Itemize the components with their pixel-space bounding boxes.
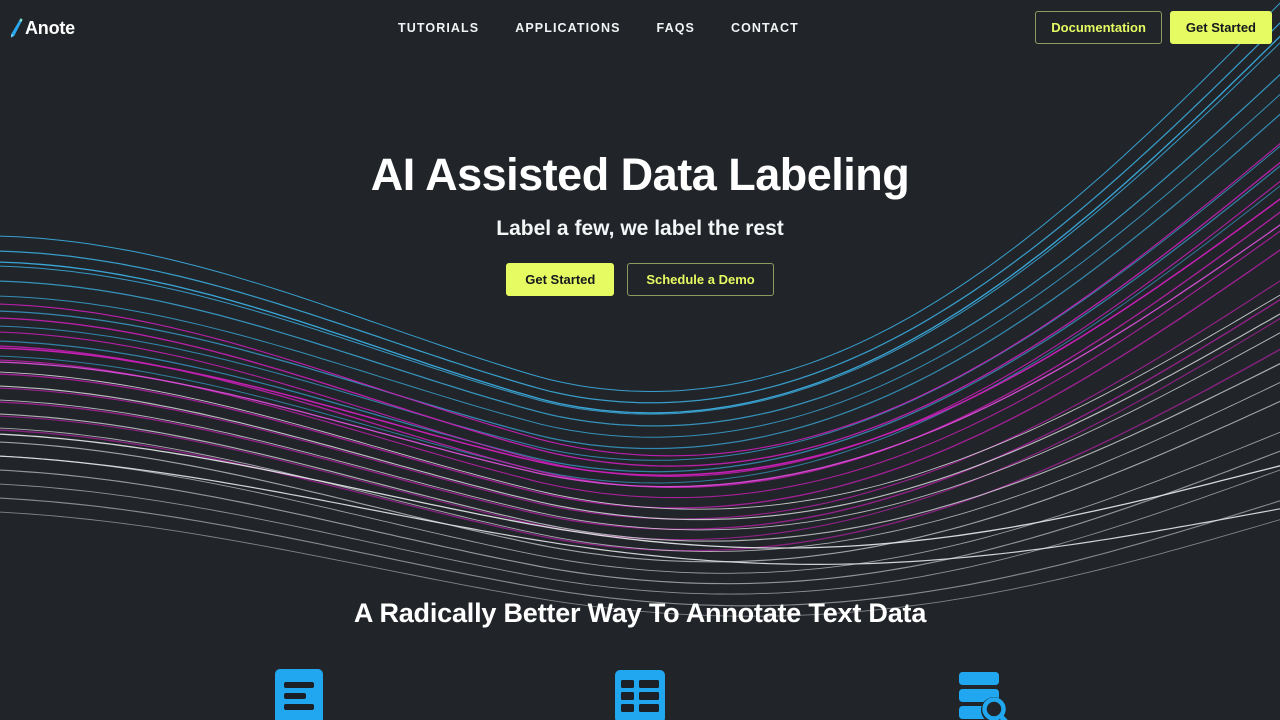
nav-links: TUTORIALS APPLICATIONS FAQS CONTACT (380, 0, 817, 56)
features-section: A Radically Better Way To Annotate Text … (0, 598, 1280, 720)
hero-title: AI Assisted Data Labeling (370, 149, 910, 200)
schedule-demo-button[interactable]: Schedule a Demo (627, 263, 774, 297)
brand-logo[interactable]: Anote (8, 16, 75, 40)
hero-subtitle: Label a few, we label the rest (496, 217, 784, 241)
hero-actions: Get Started Schedule a Demo (0, 263, 1280, 297)
pencil-slash-icon (11, 18, 23, 38)
nav-actions: Documentation Get Started (1035, 11, 1272, 44)
feature-card-table[interactable] (470, 666, 811, 720)
feature-card-list (0, 666, 1280, 720)
documentation-button[interactable]: Documentation (1035, 11, 1162, 44)
hero-section: AI Assisted Data Labeling Label a few, w… (0, 149, 1280, 297)
document-lines-icon (275, 669, 323, 720)
nav-link-applications[interactable]: APPLICATIONS (497, 15, 638, 41)
nav-link-faqs[interactable]: FAQS (639, 15, 713, 41)
get-started-button-nav[interactable]: Get Started (1169, 11, 1272, 44)
table-grid-icon (615, 670, 665, 720)
features-title: A Radically Better Way To Annotate Text … (353, 598, 927, 628)
nav-link-contact[interactable]: CONTACT (713, 15, 817, 41)
feature-card-document[interactable] (129, 666, 470, 720)
get-started-button-hero[interactable]: Get Started (506, 263, 615, 297)
feature-card-database[interactable] (811, 666, 1152, 720)
database-search-icon (959, 672, 1008, 720)
nav-link-tutorials[interactable]: TUTORIALS (380, 15, 497, 41)
top-navigation-bar: Anote TUTORIALS APPLICATIONS FAQS CONTAC… (0, 0, 1280, 56)
brand-name: Anote (25, 18, 75, 38)
